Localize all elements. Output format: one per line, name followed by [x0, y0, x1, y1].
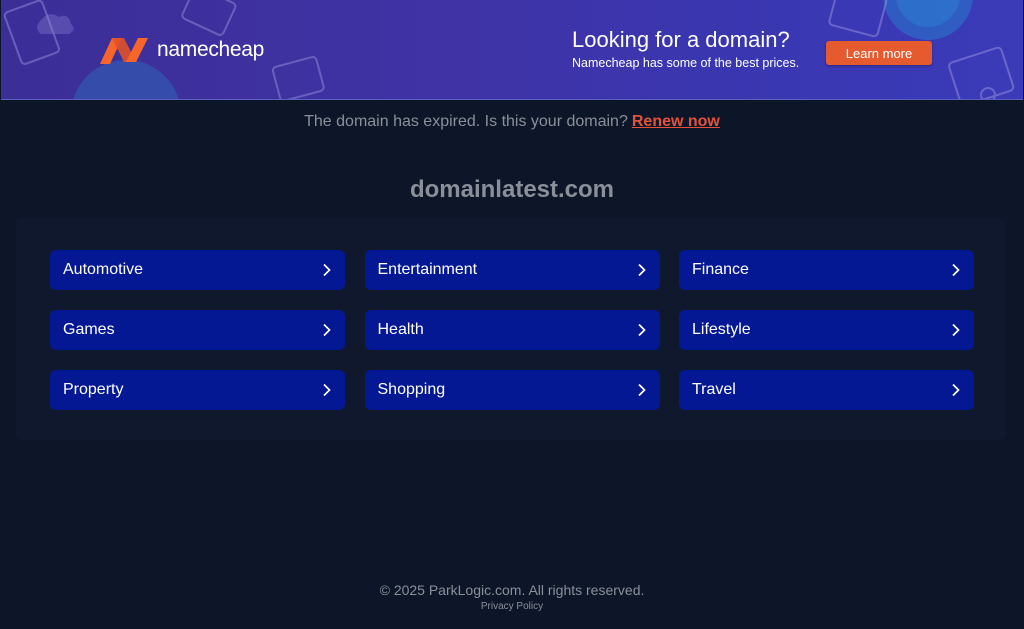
domain-name: domainlatest.com	[409, 176, 615, 203]
brand-name: namecheap	[157, 38, 265, 61]
chevron-right-icon	[637, 263, 646, 277]
copyright-text: © 2025 ParkLogic.com. All rights reserve…	[379, 582, 645, 598]
category-games[interactable]: Games	[50, 310, 345, 350]
category-label: Lifestyle	[692, 321, 751, 338]
chevron-right-icon	[323, 383, 331, 397]
category-label: Entertainment	[377, 261, 478, 278]
namecheap-logo[interactable]: namecheap	[98, 34, 264, 66]
chevron-right-icon	[637, 323, 646, 337]
category-label: Games	[63, 321, 115, 338]
category-lifestyle[interactable]: Lifestyle	[679, 310, 974, 350]
category-finance[interactable]: Finance	[679, 250, 974, 290]
ad-subtitle: Namecheap has some of the best prices.	[572, 56, 800, 70]
chevron-right-icon	[323, 263, 331, 277]
renew-now-link[interactable]: Renew now	[632, 113, 720, 130]
chevron-right-icon	[952, 383, 960, 397]
category-automotive[interactable]: Automotive	[50, 250, 345, 290]
category-property[interactable]: Property	[50, 370, 345, 410]
chevron-right-icon	[952, 263, 960, 277]
namecheap-logo-icon	[100, 38, 148, 64]
category-entertainment[interactable]: Entertainment	[364, 250, 660, 290]
category-label: Travel	[692, 381, 736, 398]
ad-title: Looking for a domain?	[572, 27, 790, 52]
category-shopping[interactable]: Shopping	[364, 370, 660, 410]
category-label: Shopping	[377, 381, 446, 398]
category-health[interactable]: Health	[364, 310, 660, 350]
category-label: Automotive	[63, 261, 144, 278]
category-label: Finance	[692, 261, 749, 278]
category-label: Health	[377, 321, 424, 338]
chevron-right-icon	[637, 383, 646, 397]
learn-more-button[interactable]: Learn more	[826, 41, 932, 65]
privacy-policy-link[interactable]: Privacy Policy	[0, 601, 1024, 612]
expired-notice: The domain has expired. Is this your dom…	[0, 113, 1024, 131]
category-grid: Automotive Entertainment Finance Games H…	[50, 250, 974, 410]
chevron-right-icon	[952, 323, 960, 337]
expired-text: The domain has expired. Is this your dom…	[304, 113, 628, 130]
ad-banner[interactable]: namecheap Looking for a domain? Namechea…	[1, 0, 1023, 100]
category-travel[interactable]: Travel	[679, 370, 974, 410]
chevron-right-icon	[323, 323, 331, 337]
category-label: Property	[63, 381, 124, 398]
